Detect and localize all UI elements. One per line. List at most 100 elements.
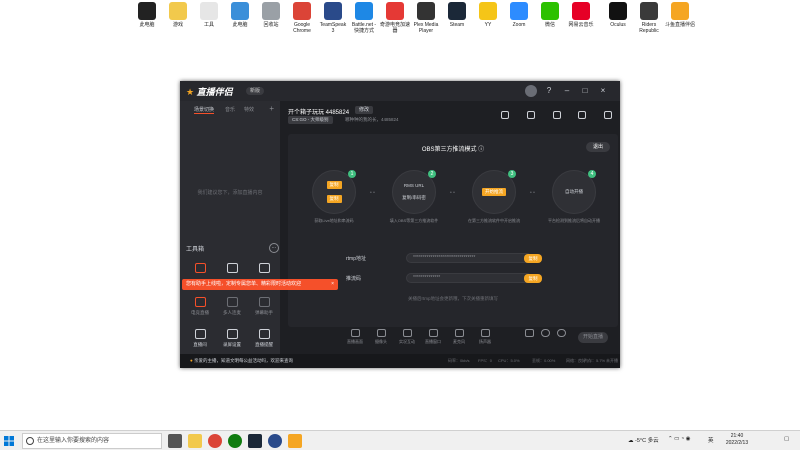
- screen-share-icon: [350, 329, 360, 337]
- chrome-icon[interactable]: [208, 434, 222, 448]
- bottom-tool[interactable]: 扬声器: [472, 329, 498, 345]
- desktop-shortcut[interactable]: Zoom: [504, 2, 534, 28]
- toast-close-icon[interactable]: ×: [331, 279, 334, 290]
- input-language[interactable]: 英: [708, 436, 714, 444]
- desktop-shortcut-label: Plex Media Player: [413, 22, 439, 34]
- toolbox-item[interactable]: [248, 263, 280, 276]
- douyu-icon[interactable]: [288, 434, 302, 448]
- start-live-button[interactable]: 开始直播: [578, 332, 608, 343]
- toolbox-item[interactable]: [216, 263, 248, 276]
- stream-key-field[interactable]: **************: [406, 273, 532, 283]
- status-stat: 内存：5.7%: [584, 358, 606, 363]
- desktop-shortcut[interactable]: Riders Republic: [634, 2, 664, 34]
- edit-title-button[interactable]: 修改: [355, 106, 374, 114]
- desktop-shortcut[interactable]: 奇游电竞加速器: [380, 2, 410, 34]
- desktop-shortcut-label: Riders Republic: [639, 22, 659, 34]
- status-bar: ● 亲爱的主播，知道文明每公益活动吗，欢迎来查询 码率：0kb/s FPS：0 CP…: [180, 354, 620, 368]
- step1-button-b[interactable]: 复制: [326, 195, 342, 203]
- gift-icon[interactable]: [501, 111, 510, 119]
- step-1: 1 复制 复制: [312, 170, 356, 214]
- scene-hint: 我们建议您下，添加直播内容: [197, 190, 263, 196]
- desktop-shortcut[interactable]: 游戏: [163, 2, 193, 28]
- start-push-button[interactable]: 开始推流: [482, 188, 506, 196]
- riders-republic-icon: [640, 2, 658, 20]
- bottom-tool[interactable]: 直播画面: [342, 329, 368, 345]
- desktop-shortcut[interactable]: Battle.net - 快捷方式: [349, 2, 379, 34]
- zoom-icon: [510, 2, 528, 20]
- toolbox-item[interactable]: [184, 263, 216, 276]
- close-icon[interactable]: ×: [598, 86, 608, 96]
- toolbox-item[interactable]: 电竞直播: [184, 297, 216, 316]
- tab-music[interactable]: 音乐: [225, 106, 235, 113]
- bottom-tool-label: 直播画面: [347, 339, 363, 344]
- toolbox-item[interactable]: 直播提醒: [248, 329, 280, 348]
- desktop-shortcut[interactable]: TeamSpeak 3: [318, 2, 348, 34]
- toolbox-item[interactable]: 录屏设置: [216, 329, 248, 348]
- toolbox-item[interactable]: 多人连麦: [216, 297, 248, 316]
- minimize-icon[interactable]: –: [562, 86, 572, 96]
- promo-toast[interactable]: 您有助手上线啦，定制专属您单、精彩限时活动欢迎 ×: [182, 279, 338, 290]
- bell-icon[interactable]: [578, 111, 587, 119]
- desktop-shortcut[interactable]: YY: [473, 2, 503, 28]
- game-category-chip[interactable]: CS:GO - 大师级别: [288, 116, 333, 124]
- share-icon[interactable]: [604, 111, 612, 119]
- arrow-icon: • •: [530, 190, 535, 196]
- copy-rtmp-button[interactable]: 复制: [524, 254, 542, 263]
- live-companion-window: ★ 直播伴侣 新版 ? – □ × 场景切换 音乐 特效 + 我们建议您下，添加…: [180, 81, 620, 368]
- toolbox-item[interactable]: 直播间: [184, 329, 216, 348]
- desktop-shortcut[interactable]: 工具: [194, 2, 224, 28]
- help-icon[interactable]: ?: [544, 86, 554, 96]
- desktop-shortcut[interactable]: 此电脑: [132, 2, 162, 28]
- bottom-tool[interactable]: 摄像头: [368, 329, 394, 345]
- interact-icon: [402, 329, 412, 337]
- bottom-tool[interactable]: 实况互动: [394, 329, 420, 345]
- desktop-shortcut[interactable]: 网易云音乐: [566, 2, 596, 28]
- lock-icon[interactable]: [526, 111, 535, 119]
- obs-mode-panel: OBS第三方推流模式 ⓘ 退出 1 复制 复制 获取Live地址和串流码 • •…: [288, 134, 618, 327]
- desktop-shortcut[interactable]: 斗鱼直播伴侣: [665, 2, 695, 28]
- bottom-tool[interactable]: 直播窗口: [420, 329, 446, 345]
- toolbox-item[interactable]: 弹幕助手: [248, 297, 280, 316]
- rtmp-field[interactable]: ********************************: [406, 253, 532, 263]
- bottom-tool[interactable]: 麦克风: [446, 329, 472, 345]
- taskbar-search-input[interactable]: 在这里输入你要搜索的内容: [22, 433, 162, 449]
- status-stat: 未开播: [606, 358, 618, 363]
- copy-key-button[interactable]: 复制: [524, 274, 542, 283]
- settings-icon[interactable]: [552, 111, 561, 119]
- desktop-shortcut[interactable]: 此电脑: [225, 2, 255, 28]
- desktop-shortcut[interactable]: 回收站: [256, 2, 286, 28]
- more-icon[interactable]: ⋯: [269, 243, 279, 253]
- windows-start-icon[interactable]: [4, 436, 14, 446]
- task-view-icon[interactable]: [168, 434, 182, 448]
- teamspeak-icon[interactable]: [268, 434, 282, 448]
- steam-icon[interactable]: [248, 434, 262, 448]
- desktop-shortcut[interactable]: Oculus: [603, 2, 633, 28]
- desktop-shortcut[interactable]: Plex Media Player: [411, 2, 441, 34]
- notification-icon[interactable]: ▢: [784, 436, 789, 442]
- step1-button-a[interactable]: 复制: [326, 181, 342, 189]
- step-4-desc: 平台检测到推流后将自动开播: [548, 218, 600, 223]
- avatar[interactable]: [525, 85, 537, 97]
- tray-icons[interactable]: ⌃ ▭ ◔ ◉: [668, 436, 691, 442]
- tab-scene[interactable]: 场景切换: [194, 106, 215, 114]
- bottom-tool-label: 麦克风: [453, 339, 465, 344]
- user-tool-icon: [226, 263, 238, 273]
- desktop-shortcut[interactable]: 微信: [535, 2, 565, 28]
- tab-effects[interactable]: 特效: [244, 106, 254, 113]
- desktop-shortcut[interactable]: Google Chrome: [287, 2, 317, 34]
- file-explorer-icon[interactable]: [188, 434, 202, 448]
- gift-tool-icon: [194, 263, 206, 273]
- add-scene-icon[interactable]: +: [269, 104, 274, 113]
- toolbox-item-label: 直播提醒: [255, 342, 273, 347]
- status-notice[interactable]: ● 亲爱的主播，知道文明每公益活动吗，欢迎来查询: [190, 358, 293, 364]
- version-badge[interactable]: 新版: [246, 87, 265, 95]
- exit-button[interactable]: 退出: [586, 142, 610, 152]
- oculus-icon: [609, 2, 627, 20]
- clock[interactable]: 21:40 2022/2/13: [722, 433, 752, 447]
- desktop-shortcut[interactable]: Steam: [442, 2, 472, 28]
- maximize-icon[interactable]: □: [580, 86, 590, 96]
- xbox-icon[interactable]: [228, 434, 242, 448]
- weather-widget[interactable]: ☁ -5°C 多云: [628, 436, 659, 444]
- gear-icon[interactable]: [548, 329, 574, 337]
- status-stat: CPU：5.0%: [498, 358, 520, 363]
